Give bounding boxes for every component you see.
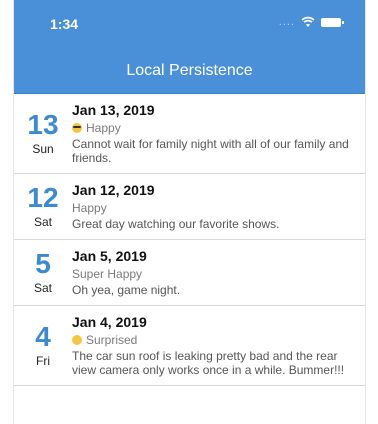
entry-mood-label: Happy (72, 201, 107, 215)
entry-mood-label: Happy (86, 121, 121, 135)
wifi-icon (301, 16, 315, 27)
list-item[interactable]: 5 Sat Jan 5, 2019 Super Happy Oh yea, ga… (14, 240, 365, 306)
entry-day-number: 4 (35, 320, 51, 352)
entry-content: Jan 13, 2019 Happy Cannot wait for famil… (72, 100, 355, 165)
cellular-signal-icon: .... (278, 16, 295, 28)
entry-note: Great day watching our favorite shows. (72, 217, 280, 231)
status-icons: .... (278, 16, 344, 28)
list-item[interactable]: 13 Sun Jan 13, 2019 Happy Cannot wait fo… (14, 94, 365, 174)
entry-content: Jan 5, 2019 Super Happy Oh yea, game nig… (72, 246, 355, 297)
entry-date: Jan 4, 2019 (72, 314, 147, 330)
entry-day-number: 13 (27, 108, 59, 140)
entry-day-column: 4 Fri (14, 312, 72, 377)
sunglasses-emoji-icon (72, 123, 82, 133)
entry-day-column: 12 Sat (14, 180, 72, 231)
nav-title: Local Persistence (126, 61, 253, 79)
phone-screen: 1:34 .... Local Persistence 13 Sun Jan 1… (14, 0, 365, 424)
list-item[interactable]: 12 Sat Jan 12, 2019 Happy Great day watc… (14, 174, 365, 240)
entry-note: Cannot wait for family night with all of… (72, 137, 349, 165)
entry-day-name: Sat (33, 214, 52, 229)
entry-day-number: 5 (35, 247, 51, 279)
entry-day-column: 13 Sun (14, 100, 72, 165)
entry-content: Jan 12, 2019 Happy Great day watching ou… (72, 180, 355, 231)
entry-date: Jan 5, 2019 (72, 248, 147, 264)
entry-day-name: Sat (33, 280, 52, 295)
entry-note: The car sun roof is leaking pretty bad a… (72, 349, 345, 377)
entry-date: Jan 13, 2019 (72, 102, 155, 118)
status-time: 1:34 (50, 16, 79, 32)
entry-day-number: 12 (27, 181, 59, 213)
entry-list: 13 Sun Jan 13, 2019 Happy Cannot wait fo… (14, 94, 365, 386)
entry-mood: Super Happy (72, 266, 355, 282)
entry-mood: Happy (72, 200, 355, 216)
entry-day-name: Fri (36, 353, 50, 368)
status-bar: 1:34 .... (14, 0, 365, 48)
surprised-emoji-icon (72, 335, 82, 345)
list-item[interactable]: 4 Fri Jan 4, 2019 Surprised The car sun … (14, 306, 365, 386)
entry-date: Jan 12, 2019 (72, 182, 155, 198)
entry-content: Jan 4, 2019 Surprised The car sun roof i… (72, 312, 355, 377)
entry-mood-label: Super Happy (72, 267, 143, 281)
navigation-bar: Local Persistence (14, 48, 365, 94)
entry-day-name: Sun (32, 141, 54, 156)
entry-day-column: 5 Sat (14, 246, 72, 297)
entry-mood-label: Surprised (86, 333, 138, 347)
entry-mood: Happy (72, 120, 355, 136)
battery-icon (321, 17, 344, 27)
entry-mood: Surprised (72, 332, 355, 348)
screen-right-edge (365, 0, 366, 424)
entry-note: Oh yea, game night. (72, 283, 181, 297)
